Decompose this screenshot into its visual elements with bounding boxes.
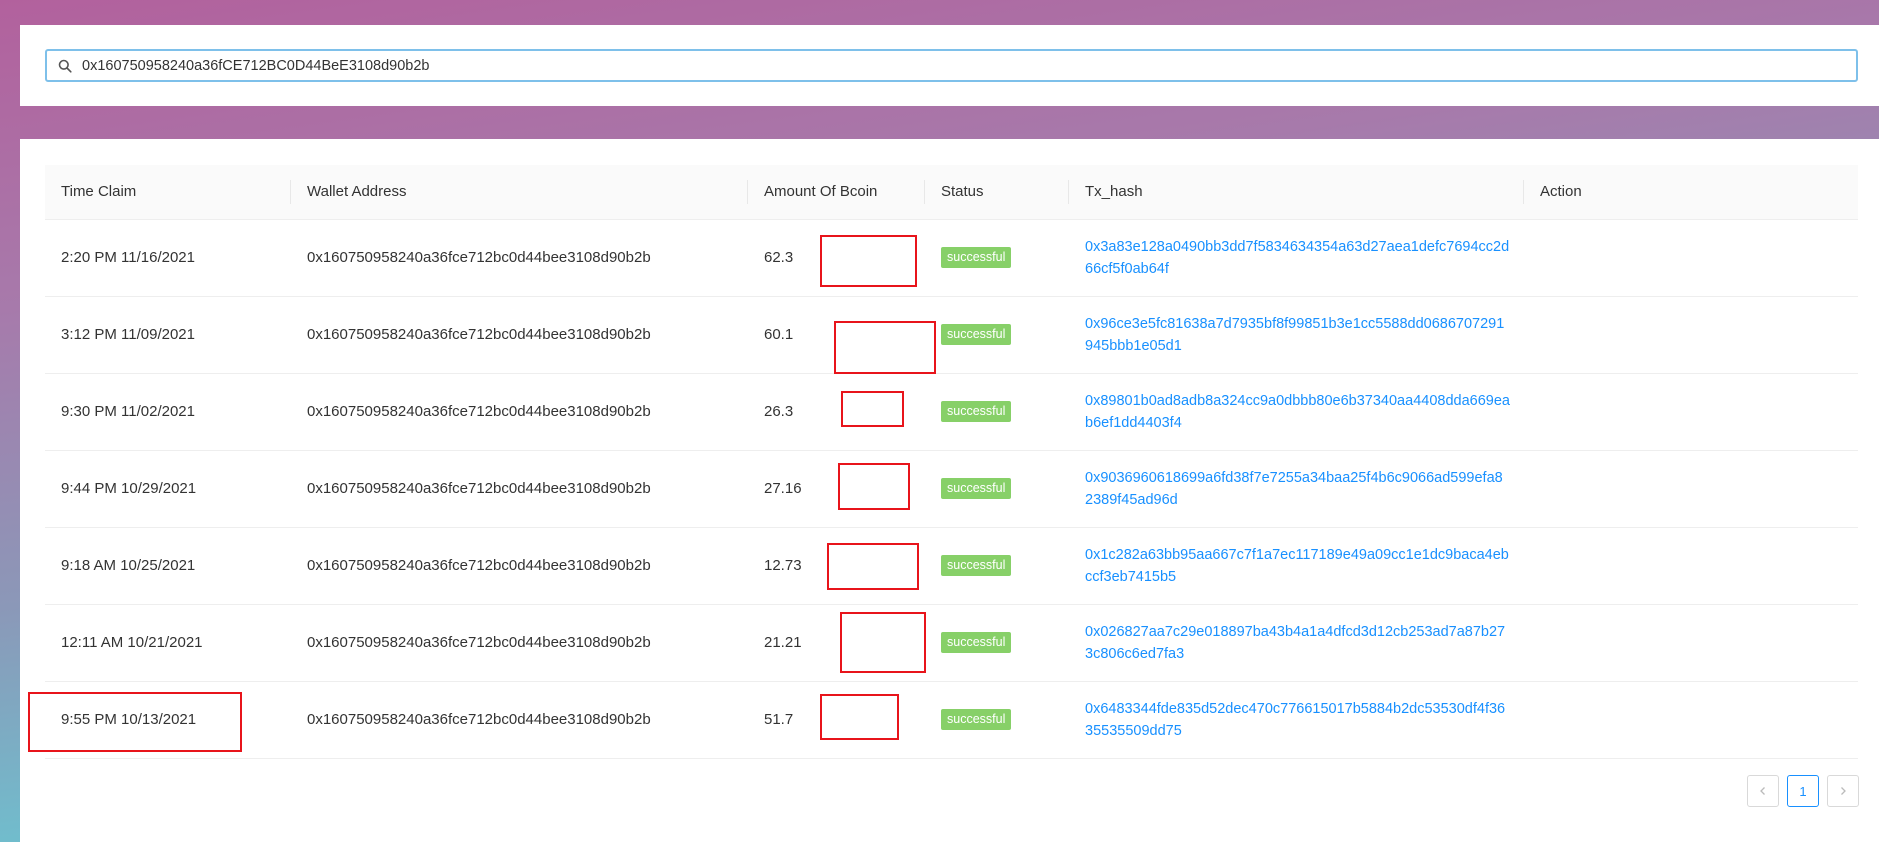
column-header-status: Status [925, 165, 1069, 220]
action-cell [1524, 296, 1858, 373]
tx-hash-link[interactable]: 0x6483344fde835d52dec470c776615017b5884b… [1085, 698, 1524, 742]
claims-table-panel: Time Claim Wallet Address Amount Of Bcoi… [20, 139, 1879, 842]
action-cell [1524, 219, 1858, 296]
table-row: 2:20 PM 11/16/2021 0x160750958240a36fce7… [45, 219, 1858, 296]
action-cell [1524, 373, 1858, 450]
tx-hash-link[interactable]: 0x3a83e128a0490bb3dd7f5834634354a63d27ae… [1085, 236, 1524, 280]
pagination: 1 [1747, 775, 1859, 807]
status-badge: successful [941, 401, 1012, 422]
time-claim-cell: 12:11 AM 10/21/2021 [61, 634, 203, 651]
amount-cell: 51.7 [764, 711, 794, 728]
table-row: 9:30 PM 11/02/2021 0x160750958240a36fce7… [45, 373, 1858, 450]
chevron-right-icon [1841, 787, 1846, 795]
wallet-address-cell: 0x160750958240a36fce712bc0d44bee3108d90b… [307, 403, 651, 420]
time-claim-cell: 9:55 PM 10/13/2021 [61, 711, 197, 728]
amount-cell: 27.16 [764, 480, 802, 497]
search-box[interactable] [45, 49, 1858, 82]
tx-hash-link[interactable]: 0x9036960618699a6fd38f7e7255a34baa25f4b6… [1085, 467, 1524, 511]
amount-cell: 26.3 [764, 403, 794, 420]
search-panel [20, 25, 1879, 106]
status-badge: successful [941, 709, 1012, 730]
wallet-address-cell: 0x160750958240a36fce712bc0d44bee3108d90b… [307, 634, 651, 651]
pagination-page-button[interactable]: 1 [1787, 775, 1819, 807]
tx-hash-link[interactable]: 0x96ce3e5fc81638a7d7935bf8f99851b3e1cc55… [1085, 313, 1524, 357]
tx-hash-link[interactable]: 0x1c282a63bb95aa667c7f1a7ec117189e49a09c… [1085, 544, 1524, 588]
time-claim-cell: 9:18 AM 10/25/2021 [61, 557, 196, 574]
status-badge: successful [941, 632, 1012, 653]
table-row: 9:18 AM 10/25/2021 0x160750958240a36fce7… [45, 527, 1858, 604]
amount-cell: 12.73 [764, 557, 802, 574]
table-row: 3:12 PM 11/09/2021 0x160750958240a36fce7… [45, 296, 1858, 373]
table-row: 9:44 PM 10/29/2021 0x160750958240a36fce7… [45, 450, 1858, 527]
wallet-address-cell: 0x160750958240a36fce712bc0d44bee3108d90b… [307, 326, 651, 343]
claims-table: Time Claim Wallet Address Amount Of Bcoi… [45, 165, 1858, 759]
table-row: 9:55 PM 10/13/2021 0x160750958240a36fce7… [45, 681, 1858, 758]
time-claim-cell: 9:30 PM 11/02/2021 [61, 403, 195, 420]
amount-cell: 62.3 [764, 249, 794, 266]
search-icon [58, 58, 74, 74]
table-row: 12:11 AM 10/21/2021 0x160750958240a36fce… [45, 604, 1858, 681]
action-cell [1524, 604, 1858, 681]
column-header-action: Action [1524, 165, 1858, 220]
action-cell [1524, 527, 1858, 604]
wallet-address-cell: 0x160750958240a36fce712bc0d44bee3108d90b… [307, 480, 651, 497]
column-header-tx-hash: Tx_hash [1069, 165, 1524, 220]
time-claim-cell: 2:20 PM 11/16/2021 [61, 249, 195, 266]
wallet-address-cell: 0x160750958240a36fce712bc0d44bee3108d90b… [307, 557, 651, 574]
amount-cell: 21.21 [764, 634, 802, 651]
chevron-left-icon [1760, 787, 1765, 795]
pagination-prev-button[interactable] [1747, 775, 1779, 807]
status-badge: successful [941, 478, 1012, 499]
column-header-time-claim: Time Claim [45, 165, 291, 220]
amount-cell: 60.1 [764, 326, 794, 343]
tx-hash-link[interactable]: 0x026827aa7c29e018897ba43b4a1a4dfcd3d12c… [1085, 621, 1524, 665]
column-header-amount: Amount Of Bcoin [748, 165, 925, 220]
table-header-row: Time Claim Wallet Address Amount Of Bcoi… [45, 165, 1858, 220]
search-input[interactable] [74, 51, 1856, 80]
wallet-address-cell: 0x160750958240a36fce712bc0d44bee3108d90b… [307, 711, 651, 728]
time-claim-cell: 9:44 PM 10/29/2021 [61, 480, 197, 497]
wallet-address-cell: 0x160750958240a36fce712bc0d44bee3108d90b… [307, 249, 651, 266]
status-badge: successful [941, 247, 1012, 268]
action-cell [1524, 450, 1858, 527]
action-cell [1524, 681, 1858, 758]
time-claim-cell: 3:12 PM 11/09/2021 [61, 326, 195, 343]
tx-hash-link[interactable]: 0x89801b0ad8adb8a324cc9a0dbbb80e6b37340a… [1085, 390, 1524, 434]
status-badge: successful [941, 324, 1012, 345]
status-badge: successful [941, 555, 1012, 576]
pagination-next-button[interactable] [1827, 775, 1859, 807]
column-header-wallet-address: Wallet Address [291, 165, 748, 220]
